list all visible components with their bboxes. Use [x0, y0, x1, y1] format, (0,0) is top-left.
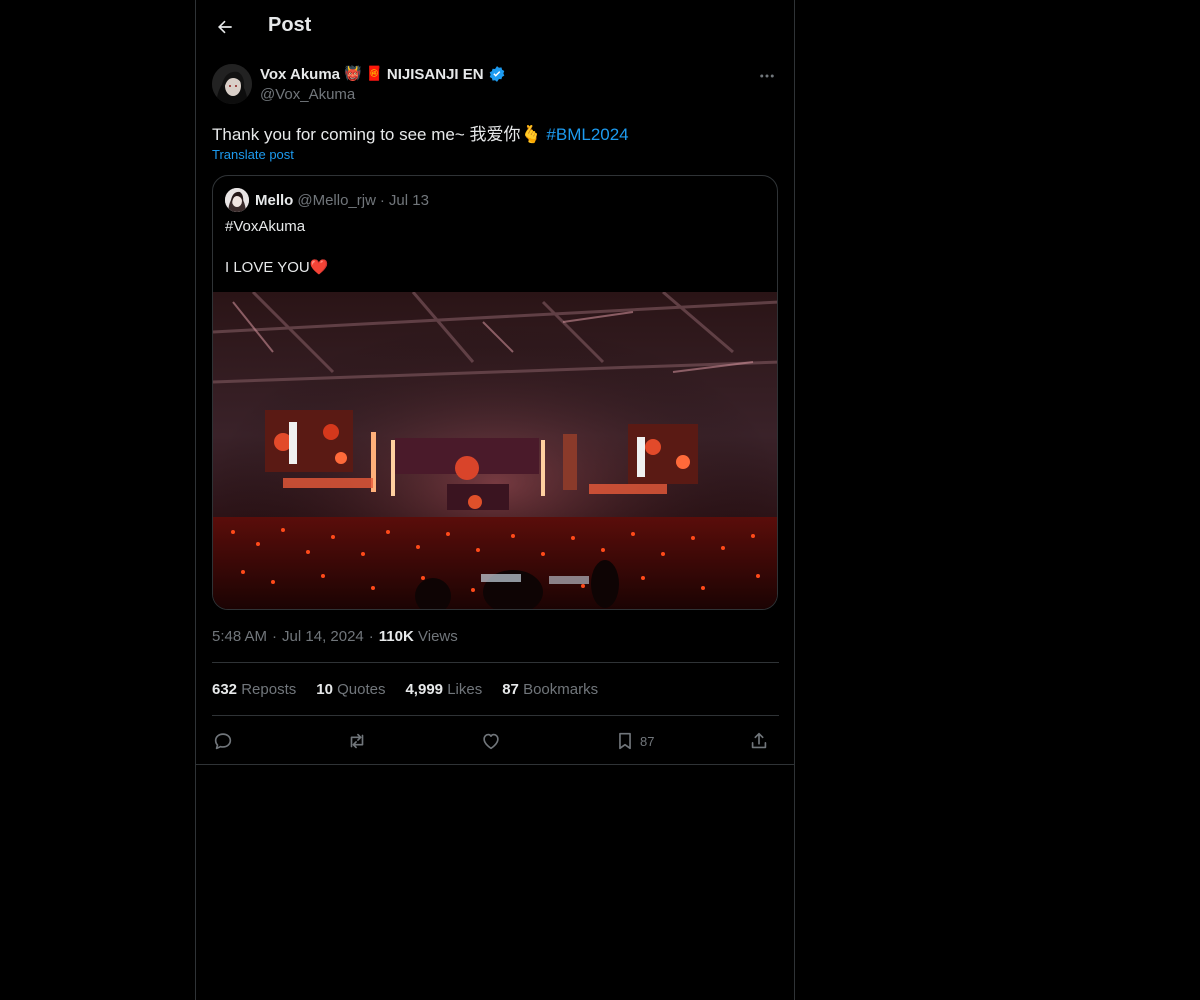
display-name-suffix[interactable]: NIJISANJI EN [387, 66, 484, 83]
divider [212, 662, 779, 663]
likes-count: 4,999 [405, 681, 444, 698]
display-name-row: Vox Akuma 👹 🧧 NIJISANJI EN [260, 65, 506, 83]
quote-author-handle: @Mello_rjw [297, 191, 376, 209]
quote-date: Jul 13 [388, 191, 429, 209]
main-column: Post Vox Akuma 👹 🧧 NIJISANJI EN @Vox_Aku… [195, 0, 795, 1000]
bookmarks-count: 87 [502, 681, 519, 698]
post-time[interactable]: 5:48 AM [212, 628, 267, 645]
hashtag-link[interactable]: #BML2024 [546, 125, 628, 144]
reposts-count: 632 [212, 681, 238, 698]
post-body: Thank you for coming to see me~ 我爱你🫰 [212, 125, 542, 144]
repost-icon [350, 733, 364, 749]
post-date[interactable]: Jul 14, 2024 [282, 628, 364, 645]
like-button[interactable] [480, 728, 502, 754]
reposts-stat[interactable]: 632 Reposts [212, 681, 296, 698]
share-button[interactable] [748, 728, 770, 754]
reply-icon [214, 733, 232, 750]
quoted-post[interactable]: Mello @Mello_rjw · Jul 13 #VoxAkuma I LO… [212, 175, 778, 610]
bookmark-icon [619, 732, 631, 750]
bookmarks-stat[interactable]: 87 Bookmarks [502, 681, 598, 698]
more-horizontal-icon [760, 74, 774, 78]
timestamp-separator: · [368, 628, 374, 645]
post-actions: 87 [212, 728, 779, 754]
top-bar: Post [196, 0, 795, 54]
quote-separator: · [379, 191, 385, 209]
post-text: Thank you for coming to see me~ 我爱你🫰 #BM… [212, 120, 629, 145]
reposts-label: Reposts [241, 681, 297, 698]
concert-photo[interactable] [213, 290, 777, 609]
quote-avatar [225, 188, 249, 212]
red-envelope-emoji: 🧧 [365, 66, 383, 82]
display-name[interactable]: Vox Akuma [260, 66, 340, 83]
translate-post-link[interactable]: Translate post [212, 147, 294, 162]
heart-icon [483, 733, 499, 750]
quote-author-name: Mello [255, 191, 294, 209]
views-count: 110K [378, 628, 414, 645]
quotes-count: 10 [316, 681, 333, 698]
timestamp-separator: · [272, 628, 278, 645]
quote-line: I LOVE YOU [225, 259, 310, 276]
quotes-stat[interactable]: 10 Quotes [316, 681, 385, 698]
more-options-button[interactable] [755, 64, 779, 88]
page-title: Post [268, 14, 312, 36]
bookmarks-label: Bookmarks [523, 681, 599, 698]
divider [212, 715, 779, 716]
repost-button[interactable] [346, 728, 368, 754]
quote-text-body: I LOVE YOU❤️ [225, 258, 328, 276]
quote-text-hashtag: #VoxAkuma [225, 218, 306, 235]
verified-badge-icon[interactable] [488, 65, 506, 83]
divider [196, 764, 795, 765]
reply-button[interactable] [212, 728, 234, 754]
post-author: Vox Akuma 👹 🧧 NIJISANJI EN @Vox_Akuma [212, 64, 779, 108]
post-timestamp: 5:48 AM · Jul 14, 2024 · 110K Views [212, 628, 458, 645]
post-stats: 632 Reposts 10 Quotes 4,999 Likes 87 Boo… [212, 681, 598, 698]
back-button[interactable] [208, 10, 242, 44]
quotes-label: Quotes [337, 681, 386, 698]
share-icon [751, 732, 767, 749]
arrow-left-icon [218, 20, 232, 34]
likes-label: Likes [447, 681, 483, 698]
avatar[interactable] [212, 64, 252, 104]
heart-emoji: ❤️ [309, 259, 329, 276]
author-handle[interactable]: @Vox_Akuma [260, 86, 355, 103]
ogre-emoji: 👹 [344, 66, 362, 82]
bookmark-button[interactable]: 87 [614, 728, 654, 754]
quote-header: Mello @Mello_rjw · Jul 13 [225, 188, 429, 212]
bookmark-count: 87 [640, 733, 655, 749]
views-label: Views [418, 628, 458, 645]
likes-stat[interactable]: 4,999 Likes [405, 681, 482, 698]
